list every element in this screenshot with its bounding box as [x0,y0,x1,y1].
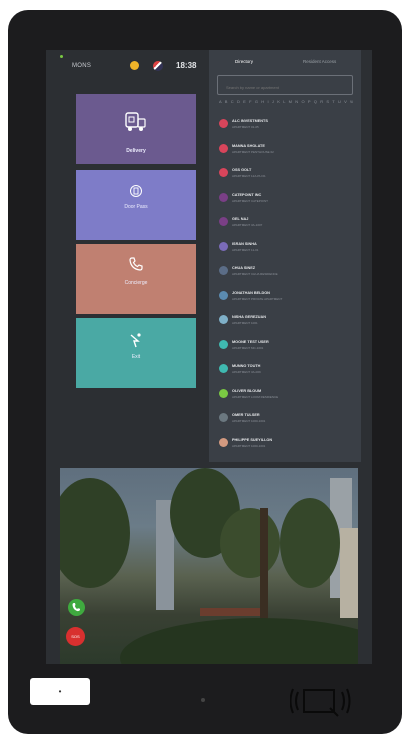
avatar [219,364,228,373]
tree-image [280,498,340,588]
phone-icon [129,257,143,271]
camera-feed: SOS [60,468,358,664]
contact-row[interactable]: CHUA SINEZ APARTMENT CHUA RESIDENCE [209,261,361,286]
contact-name: MUNNO TOUTH [232,364,261,368]
avatar [219,168,228,177]
keypad-button[interactable]: • [30,678,90,705]
contact-apartment: APARTMENT 12A-PH 01 [232,174,266,178]
building-image [340,528,358,618]
tab-resident-access[interactable]: Resident Access [303,59,336,64]
avatar [219,413,228,422]
contact-name: PHILIPPE SUEYILLON [232,437,273,442]
contact-name: MANNA SHOLATE [232,143,265,148]
contact-apartment: APARTMENT PRIVATE APARTMENT [232,296,283,301]
contact-row[interactable]: JONATHAN BELDON APARTMENT PRIVATE APARTME… [209,286,361,311]
directory-tabs: Directory Resident Access [209,56,361,70]
door-pass-tile[interactable]: Door Pass [76,170,196,240]
status-indicator [60,55,63,58]
directory-panel: Directory Resident Access A B C D E F G … [209,50,361,462]
contact-row[interactable]: CATEPOINT INC APARTMENT CATEPOINT [209,188,361,213]
contact-apartment: APARTMENT 11-01 [232,247,259,252]
contact-apartment: APARTMENT LOOM RESIDENCE [232,394,279,399]
delivery-truck-icon [125,112,146,131]
hedge-image [120,618,358,664]
contact-name: GEL NAJ [232,217,249,221]
contact-name: ALC INVESTMENTS [232,119,268,123]
exit-arrow-icon [130,333,141,348]
exit-tile-label: Exit [131,354,141,360]
contact-list: ALC INVESTMENTS APARTMENT 01-05 MANNA SHO… [209,114,361,457]
contact-name: OSS GOLT [232,168,252,172]
contact-name: NISHA GEREZUAN [232,315,267,319]
search-box[interactable] [217,75,353,95]
contact-apartment: APARTMENT CATEPOINT [232,198,268,203]
contact-apartment: APARTMENT CHUA RESIDENCE [232,272,278,276]
delivery-tile[interactable]: Delivery [76,94,196,164]
contact-apartment: APARTMENT 3A-009 [232,370,261,374]
contact-name: MOONE TEST USER [232,339,269,344]
avatar [219,290,228,300]
touch-screen: MONS 18:38 Delivery Door Pass Concierge [46,50,372,664]
door-pass-icon [130,185,142,197]
contact-apartment: APARTMENT 01-05 [232,125,259,129]
contact-apartment: APARTMENT 1000-1001 [232,419,266,423]
contact-row[interactable]: PHILIPPE SUEYILLON APARTMENT 1000-1001 [209,433,361,458]
language-flag-icon[interactable] [153,61,163,71]
contact-apartment: APARTMENT MC-1001 [232,345,264,350]
contact-name: OLIVER BLOUM [232,388,262,393]
door-pass-tile-label: Door Pass [124,204,148,210]
avatar [219,339,228,349]
avatar [219,388,228,398]
contact-row[interactable]: GEL NAJ APARTMENT 3A-1007 [209,212,361,237]
sos-button[interactable]: SOS [66,627,85,646]
exit-tile[interactable]: Exit [76,318,196,388]
concierge-tile[interactable]: Concierge [76,244,196,314]
sensor-light [201,698,205,702]
tab-directory[interactable]: Directory [235,59,253,64]
tree-image [220,508,280,578]
contact-name: CATEPOINT INC [232,192,262,197]
contact-apartment: APARTMENT PENTHOUSE 02 [232,149,274,154]
clock: 18:38 [176,61,197,70]
contact-row[interactable]: ALC INVESTMENTS APARTMENT 01-05 [209,114,361,139]
search-input[interactable] [224,84,348,91]
contact-row[interactable]: MUNNO TOUTH APARTMENT 3A-009 [209,359,361,384]
contact-row[interactable]: NISHA GEREZUAN APARTMENT 1001 [209,310,361,335]
contact-row[interactable]: MOONE TEST USER APARTMENT MC-1001 [209,335,361,360]
contact-row[interactable]: OSS GOLT APARTMENT 12A-PH 01 [209,163,361,188]
avatar [219,315,228,324]
avatar [219,266,228,275]
contact-name: OMER TULSER [232,413,260,417]
avatar [219,192,228,202]
phone-answer-icon[interactable] [68,599,85,616]
brand-label: MONS [72,63,92,69]
contact-name: JONATHAN BELDON [232,290,270,295]
contact-row[interactable]: OMER TULSER APARTMENT 1000-1001 [209,408,361,433]
contact-row[interactable]: OLIVER BLOUM APARTMENT LOOM RESIDENCE [209,384,361,409]
contact-name: ISRAN SINHA [232,241,257,246]
delivery-tile-label: Delivery [126,148,146,154]
weather-icon [130,61,139,70]
contact-row[interactable]: ISRAN SINHA APARTMENT 11-01 [209,237,361,262]
concierge-tile-label: Concierge [124,280,148,286]
avatar [219,437,228,447]
nfc-reader-icon[interactable] [290,680,352,720]
contact-row[interactable]: MANNA SHOLATE APARTMENT PENTHOUSE 02 [209,139,361,164]
contact-apartment: APARTMENT 3A-1007 [232,223,263,227]
tree-image [60,478,130,588]
contact-apartment: APARTMENT 1000-1001 [232,443,266,448]
bench-image [200,608,260,616]
contact-name: CHUA SINEZ [232,266,256,270]
avatar [219,143,228,153]
contact-apartment: APARTMENT 1001 [232,321,258,325]
avatar [219,217,228,226]
alphabet-index[interactable]: A B C D E F G H I J K L M N O P Q R S T … [219,99,353,107]
avatar [219,241,228,251]
avatar [219,119,228,128]
